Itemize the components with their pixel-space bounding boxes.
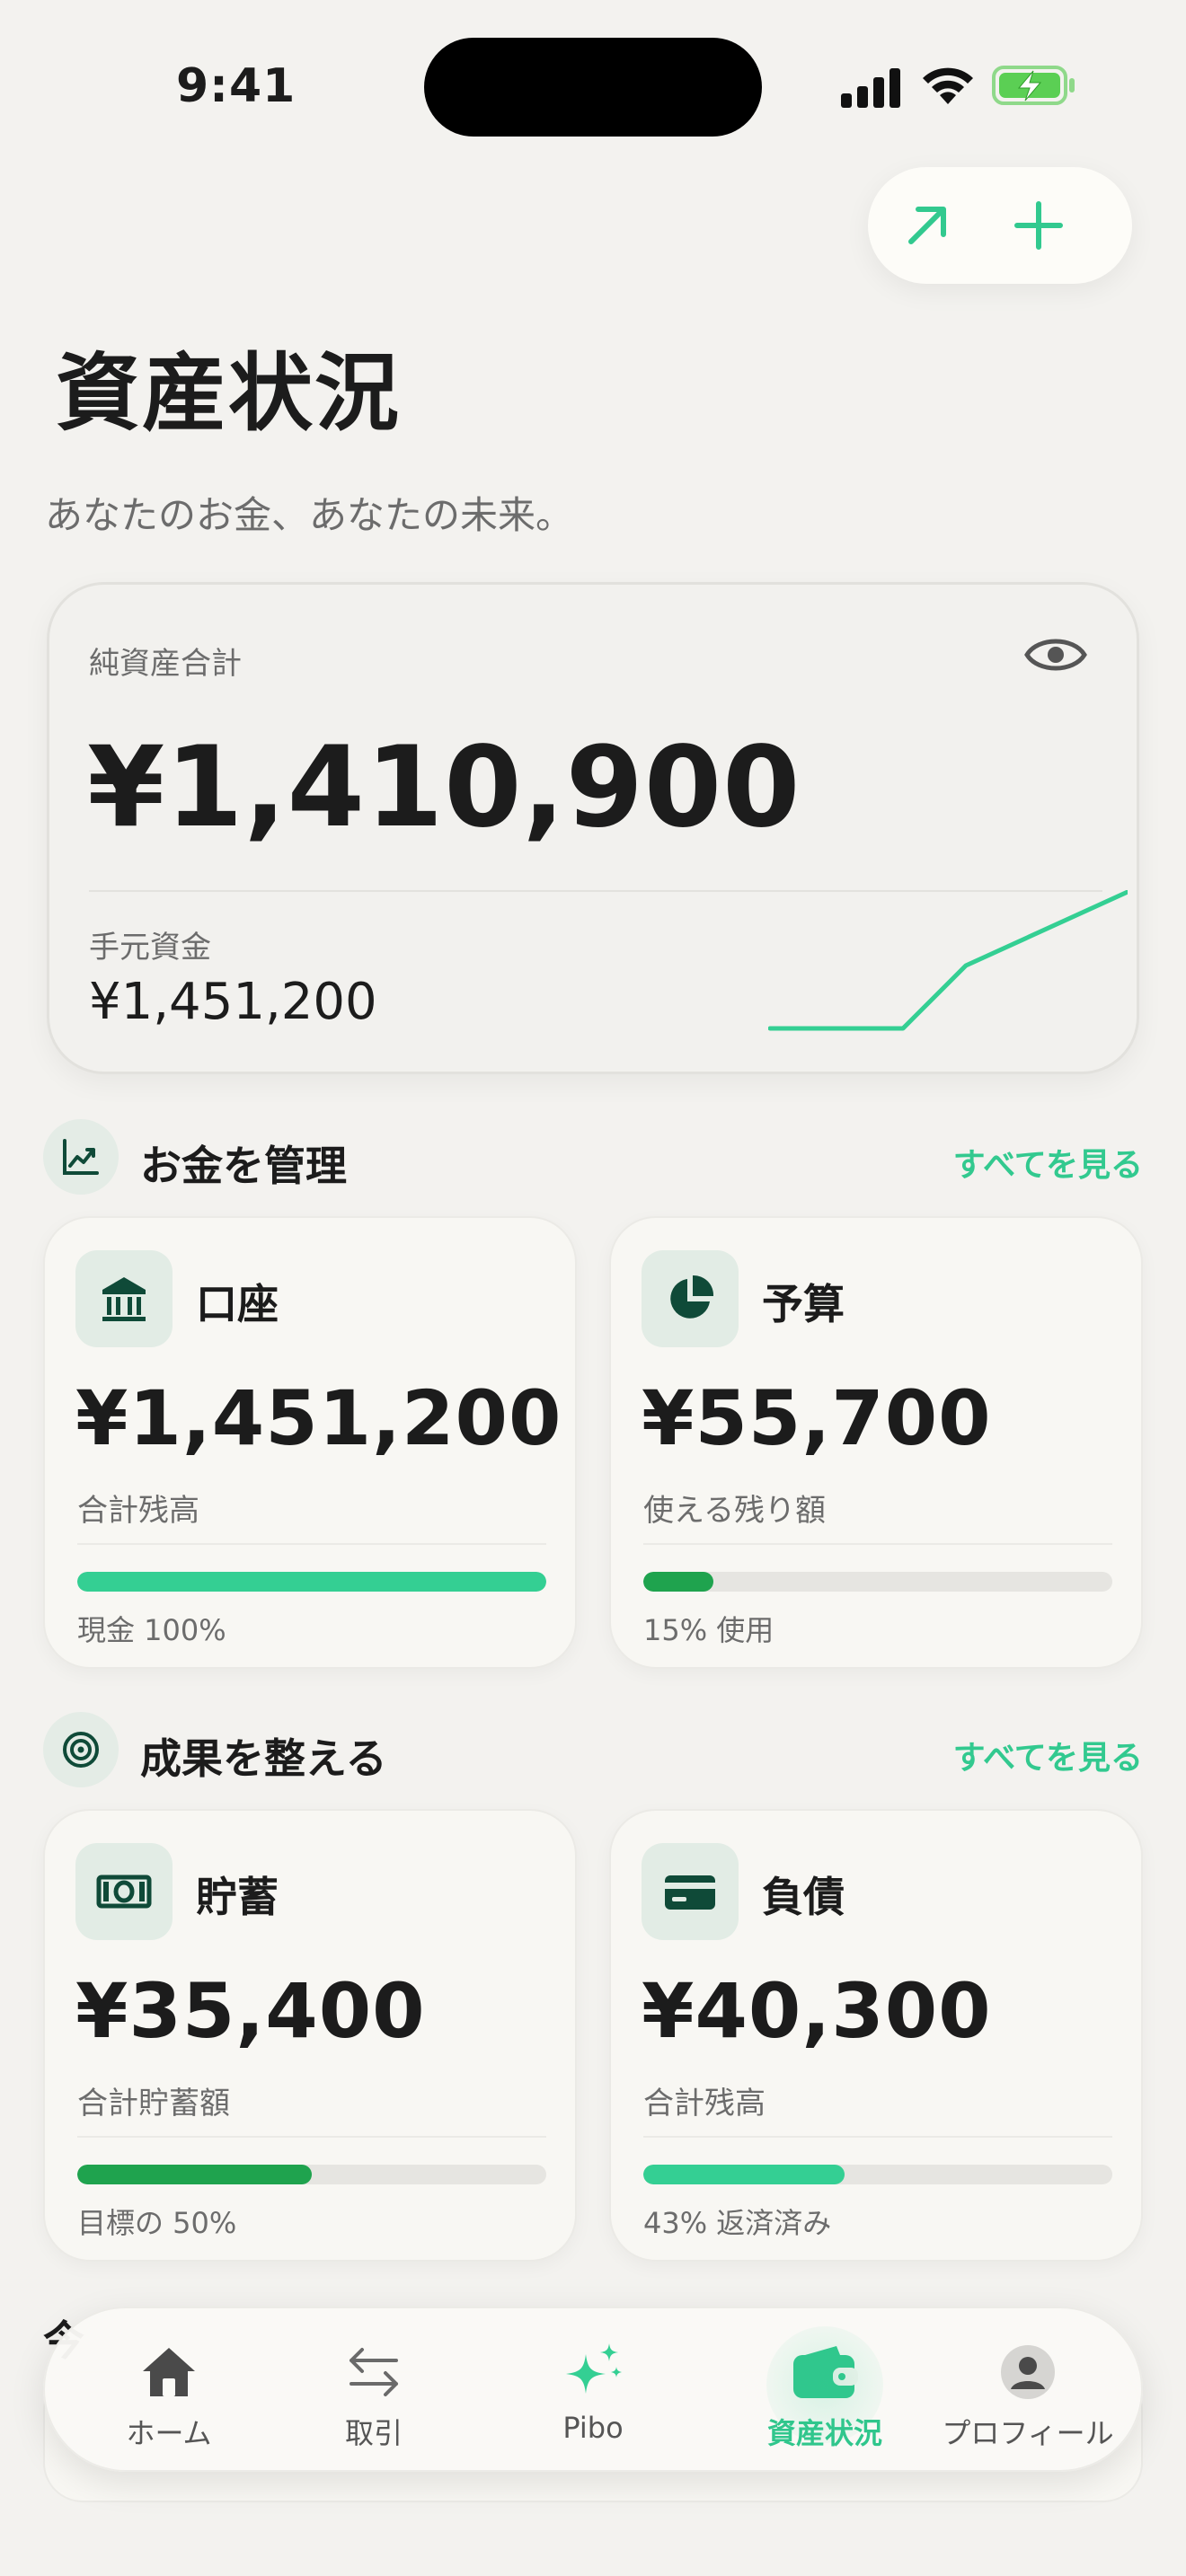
tab-label: 取引 xyxy=(344,2416,403,2450)
progress-bar xyxy=(643,1572,1112,1592)
cellular-signal-icon xyxy=(841,68,900,108)
progress-bar xyxy=(77,1572,546,1592)
tab-label: プロフィール xyxy=(942,2416,1114,2450)
tab-transactions[interactable]: 取引 xyxy=(284,2308,464,2474)
see-all-goals-link[interactable]: すべてを見る xyxy=(953,1732,1143,1778)
tile-amount: ¥1,451,200 xyxy=(75,1374,562,1462)
add-button[interactable] xyxy=(1003,190,1075,261)
cash-label: 手元資金 xyxy=(89,930,211,966)
plus-icon xyxy=(1014,201,1063,250)
tab-pibo[interactable]: Pibo xyxy=(503,2308,683,2474)
tab-label: ホーム xyxy=(126,2416,212,2450)
status-bar: 9:41 xyxy=(0,0,1186,171)
section-manage-title: お金を管理 xyxy=(140,1142,347,1190)
tile-caption: 目標の 50% xyxy=(77,2206,237,2240)
savings-tile[interactable]: 貯蓄 ¥35,400 合計貯蓄額 目標の 50% xyxy=(43,1809,577,2262)
banknote-icon xyxy=(75,1843,173,1940)
quick-actions xyxy=(868,167,1132,284)
profile-icon xyxy=(992,2339,1064,2405)
tile-subtitle: 合計残高 xyxy=(643,2086,766,2122)
sparkle-icon xyxy=(557,2339,629,2405)
progress-fill xyxy=(643,2165,845,2184)
trend-sparkline xyxy=(768,890,1128,1031)
pie-chart-icon xyxy=(642,1250,739,1347)
net-worth-amount: ¥1,410,900 xyxy=(87,723,801,852)
tile-caption: 15% 使用 xyxy=(643,1613,774,1647)
page-subtitle: あなたのお金、あなたの未来。 xyxy=(45,493,574,537)
section-manage-header: お金を管理 すべてを見る xyxy=(43,1119,1143,1196)
progress-bar xyxy=(77,2165,546,2184)
home-icon xyxy=(133,2339,205,2405)
transfer-button[interactable] xyxy=(891,190,963,261)
target-icon xyxy=(43,1712,119,1787)
progress-fill xyxy=(643,1572,714,1592)
net-worth-card[interactable]: 純資産合計 ¥1,410,900 手元資金 ¥1,451,200 xyxy=(47,582,1139,1074)
tab-bar: ホーム 取引 Pibo プロフィール xyxy=(43,2307,1143,2472)
active-tab-glow xyxy=(766,2326,883,2443)
budget-tile[interactable]: 予算 ¥55,700 使える残り額 15% 使用 xyxy=(609,1216,1143,1669)
wifi-icon xyxy=(923,67,973,104)
divider xyxy=(643,1543,1112,1545)
divider xyxy=(77,1543,546,1545)
tab-profile[interactable]: プロフィール xyxy=(938,2308,1118,2474)
tile-amount: ¥35,400 xyxy=(75,1967,426,2055)
eye-icon[interactable] xyxy=(1023,631,1088,678)
tab-home[interactable]: ホーム xyxy=(79,2308,259,2474)
section-goals-title: 成果を整える xyxy=(140,1734,387,1783)
divider xyxy=(77,2136,546,2138)
accounts-tile[interactable]: 口座 ¥1,451,200 合計残高 現金 100% xyxy=(43,1216,577,1669)
tile-subtitle: 合計貯蓄額 xyxy=(77,2086,230,2122)
tile-subtitle: 合計残高 xyxy=(77,1493,199,1529)
see-all-manage-link[interactable]: すべてを見る xyxy=(953,1139,1143,1186)
net-worth-label: 純資産合計 xyxy=(89,646,242,682)
status-time: 9:41 xyxy=(176,59,296,113)
tile-title: 予算 xyxy=(762,1280,845,1328)
tile-caption: 43% 返済済み xyxy=(643,2206,832,2240)
progress-bar xyxy=(643,2165,1112,2184)
bank-icon xyxy=(75,1250,173,1347)
tab-assets[interactable]: 資産状況 xyxy=(735,2308,915,2474)
tile-title: 口座 xyxy=(196,1280,279,1328)
tile-amount: ¥40,300 xyxy=(642,1967,992,2055)
tab-label: Pibo xyxy=(562,2411,624,2445)
chart-trend-icon xyxy=(43,1119,119,1195)
credit-card-icon xyxy=(642,1843,739,1940)
page-title: 資産状況 xyxy=(56,345,402,443)
dynamic-island xyxy=(424,38,762,137)
tile-title: 貯蓄 xyxy=(196,1873,279,1921)
cash-amount: ¥1,451,200 xyxy=(89,973,377,1031)
tile-caption: 現金 100% xyxy=(77,1613,226,1647)
arrow-up-right-icon xyxy=(908,207,946,244)
battery-charging-icon xyxy=(992,66,1075,105)
tile-amount: ¥55,700 xyxy=(642,1374,992,1462)
tile-subtitle: 使える残り額 xyxy=(643,1493,826,1529)
divider xyxy=(643,2136,1112,2138)
tile-title: 負債 xyxy=(762,1873,845,1921)
progress-fill xyxy=(77,1572,546,1592)
progress-fill xyxy=(77,2165,312,2184)
section-goals-header: 成果を整える すべてを見る xyxy=(43,1712,1143,1789)
arrows-icon xyxy=(338,2339,410,2405)
debt-tile[interactable]: 負債 ¥40,300 合計残高 43% 返済済み xyxy=(609,1809,1143,2262)
